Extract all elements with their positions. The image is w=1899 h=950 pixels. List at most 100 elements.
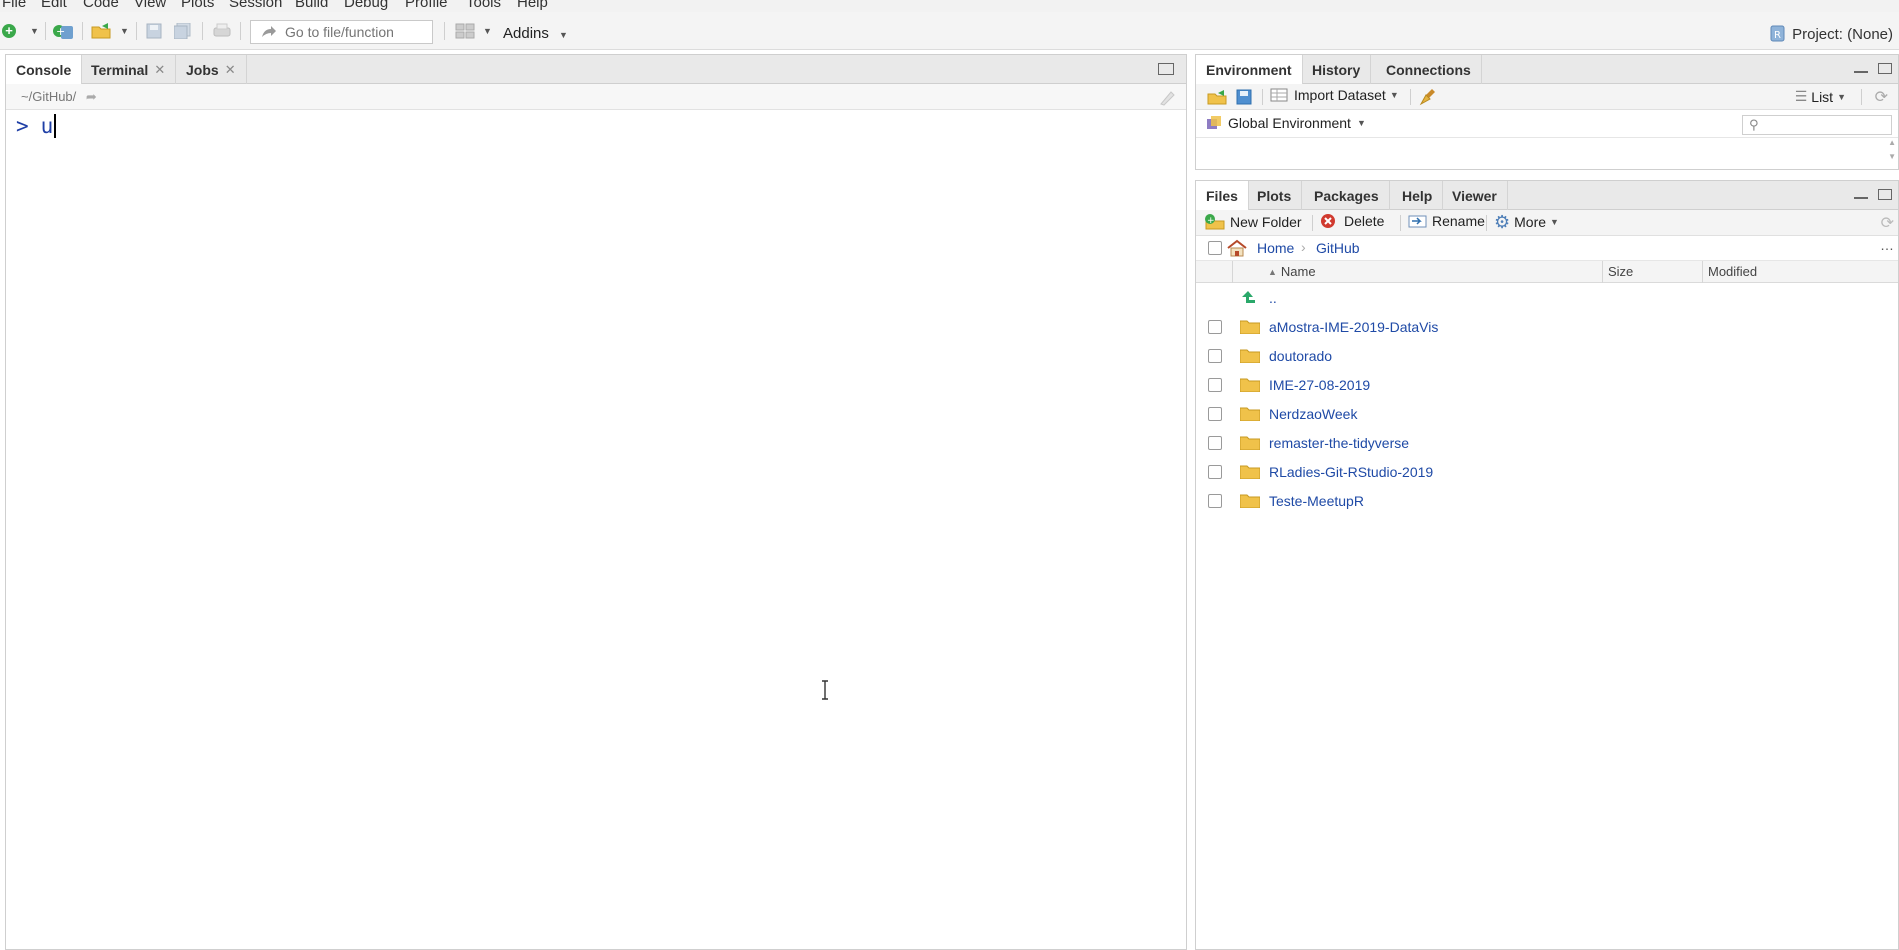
parent-directory-link[interactable]: ..	[1269, 290, 1277, 306]
tab-packages[interactable]: Packages	[1304, 181, 1390, 210]
tab-plots[interactable]: Plots	[1247, 181, 1303, 210]
column-header-name[interactable]: ▲ Name	[1268, 264, 1316, 279]
addins-menu[interactable]: Addins ▼	[503, 25, 568, 42]
tab-console[interactable]: Console	[6, 55, 83, 85]
view-mode-dropdown[interactable]: ☰ List ▼	[1795, 88, 1846, 105]
tab-connections[interactable]: Connections	[1376, 55, 1482, 84]
environment-search-input[interactable]: ⚲	[1742, 115, 1892, 135]
menu-view[interactable]: View	[134, 0, 166, 11]
breadcrumb-home[interactable]: Home	[1257, 240, 1294, 256]
breadcrumb-github[interactable]: GitHub	[1316, 240, 1360, 256]
tab-help[interactable]: Help	[1392, 181, 1444, 210]
load-workspace-icon[interactable]	[1206, 88, 1230, 106]
menu-code[interactable]: Code	[83, 0, 119, 11]
toolbar-separator	[1861, 89, 1862, 105]
row-checkbox[interactable]	[1208, 464, 1222, 479]
new-folder-button[interactable]: + New Folder	[1204, 213, 1302, 231]
new-project-button[interactable]: +	[52, 19, 74, 43]
list-item[interactable]: IME-27-08-2019	[1196, 370, 1898, 399]
open-file-button[interactable]	[90, 19, 114, 43]
console-input[interactable]: u	[41, 114, 54, 138]
column-header-size[interactable]: Size	[1608, 264, 1633, 279]
menu-session[interactable]: Session	[229, 0, 282, 11]
new-folder-icon: +	[1205, 214, 1225, 230]
pane-layout-dropdown[interactable]: ▼	[483, 19, 492, 43]
menu-tools[interactable]: Tools	[466, 0, 501, 11]
folder-link[interactable]: doutorado	[1269, 348, 1332, 364]
row-checkbox[interactable]	[1208, 406, 1222, 421]
files-pane: Files Plots Packages Help Viewer + New F…	[1195, 180, 1899, 950]
folder-link[interactable]: IME-27-08-2019	[1269, 377, 1370, 393]
folder-link[interactable]: remaster-the-tidyverse	[1269, 435, 1409, 451]
restore-pane-icon[interactable]	[1158, 63, 1174, 75]
save-workspace-icon[interactable]	[1236, 89, 1252, 105]
select-all-checkbox[interactable]	[1208, 241, 1222, 255]
row-checkbox[interactable]	[1208, 493, 1222, 508]
tab-history[interactable]: History	[1302, 55, 1372, 84]
clear-console-icon[interactable]	[1158, 88, 1178, 106]
row-checkbox[interactable]	[1208, 377, 1222, 392]
list-item[interactable]: Teste-MeetupR	[1196, 486, 1898, 515]
list-item[interactable]: aMostra-IME-2019-DataVis	[1196, 312, 1898, 341]
list-item[interactable]: NerdzaoWeek	[1196, 399, 1898, 428]
toolbar-separator	[240, 22, 241, 40]
console-output[interactable]: > u	[6, 110, 1186, 949]
goto-file-function[interactable]	[250, 20, 433, 44]
menu-build[interactable]: Build	[295, 0, 328, 11]
list-item[interactable]: RLadies-Git-RStudio-2019	[1196, 457, 1898, 486]
menu-debug[interactable]: Debug	[344, 0, 388, 11]
save-all-icon	[174, 23, 191, 39]
home-icon[interactable]	[1226, 239, 1248, 257]
project-menu[interactable]: R Project: (None)	[1770, 25, 1893, 43]
console-prompt-line[interactable]: > u	[16, 114, 57, 138]
minimize-pane-icon[interactable]	[1854, 197, 1868, 199]
list-item-parent[interactable]: ..	[1196, 283, 1898, 312]
environment-scope-dropdown[interactable]: Global Environment ▼	[1206, 115, 1366, 131]
menu-help[interactable]: Help	[517, 0, 548, 11]
tab-environment[interactable]: Environment	[1196, 55, 1303, 85]
refresh-icon[interactable]: ⟳	[1875, 87, 1888, 107]
save-button[interactable]	[146, 19, 162, 43]
row-checkbox[interactable]	[1208, 435, 1222, 450]
scroll-up-icon[interactable]: ▲	[1888, 138, 1896, 147]
rename-button[interactable]: Rename	[1408, 213, 1485, 229]
menu-edit[interactable]: Edit	[41, 0, 67, 11]
minimize-pane-icon[interactable]	[1854, 71, 1868, 73]
tab-files[interactable]: Files	[1196, 181, 1249, 211]
new-file-dropdown[interactable]: ▼	[30, 19, 39, 43]
print-button[interactable]	[212, 19, 232, 43]
delete-button[interactable]: Delete	[1320, 213, 1384, 229]
list-item[interactable]: remaster-the-tidyverse	[1196, 428, 1898, 457]
refresh-icon[interactable]: ⟳	[1881, 213, 1894, 233]
row-checkbox[interactable]	[1208, 319, 1222, 334]
list-item[interactable]: doutorado	[1196, 341, 1898, 370]
broom-clear-icon[interactable]	[1418, 87, 1438, 107]
import-dataset-button[interactable]: Import Dataset ▼	[1270, 87, 1399, 103]
close-icon[interactable]: ✕	[154, 62, 165, 78]
menu-file[interactable]: File	[2, 0, 26, 11]
goto-directory-icon[interactable]: ➦	[86, 89, 97, 104]
pane-layout-button[interactable]	[455, 19, 475, 43]
save-all-button[interactable]	[174, 19, 192, 43]
folder-link[interactable]: Teste-MeetupR	[1269, 493, 1364, 509]
scroll-down-icon[interactable]: ▼	[1888, 152, 1896, 161]
tab-jobs[interactable]: Jobs ✕	[176, 55, 247, 84]
folder-link[interactable]: NerdzaoWeek	[1269, 406, 1357, 422]
menu-profile[interactable]: Profile	[405, 0, 448, 11]
open-file-dropdown[interactable]: ▼	[120, 19, 129, 43]
close-icon[interactable]: ✕	[225, 62, 236, 78]
menu-plots[interactable]: Plots	[181, 0, 214, 11]
goto-input[interactable]	[285, 24, 425, 40]
toolbar-separator	[82, 22, 83, 40]
new-file-button[interactable]: +	[2, 19, 16, 43]
tab-terminal[interactable]: Terminal ✕	[81, 55, 177, 84]
maximize-pane-icon[interactable]	[1878, 189, 1892, 200]
column-header-modified[interactable]: Modified	[1708, 264, 1757, 279]
more-path-icon[interactable]: …	[1880, 237, 1894, 253]
folder-link[interactable]: RLadies-Git-RStudio-2019	[1269, 464, 1433, 480]
tab-viewer[interactable]: Viewer	[1442, 181, 1508, 210]
folder-link[interactable]: aMostra-IME-2019-DataVis	[1269, 319, 1438, 335]
maximize-pane-icon[interactable]	[1878, 63, 1892, 74]
row-checkbox[interactable]	[1208, 348, 1222, 363]
more-menu[interactable]: ⚙ More ▼	[1494, 213, 1559, 231]
